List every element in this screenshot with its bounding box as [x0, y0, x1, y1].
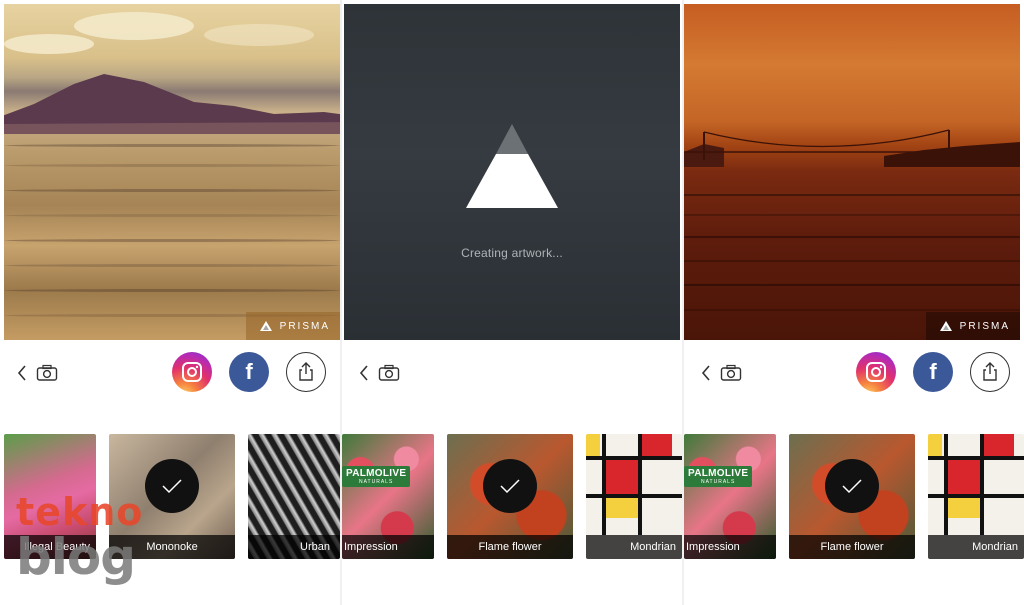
screenshot-collage: PRISMA f Illegal Beauty Mononoke Urban C… — [0, 0, 1024, 605]
prisma-screen-1: PRISMA f Illegal Beauty Mononoke Urban — [0, 0, 340, 605]
filter-thumb[interactable]: PALMOLIVE NATURALS Impression — [684, 434, 776, 559]
filter-label: Mondrian — [586, 535, 682, 559]
filter-thumb[interactable]: Urban — [248, 434, 340, 559]
action-toolbar: f — [684, 342, 1024, 404]
prisma-triangle-icon — [939, 321, 952, 331]
chevron-left-icon[interactable] — [700, 364, 712, 382]
filter-label: Impression — [342, 535, 434, 559]
filter-carousel: PALMOLIVE NATURALS Impression Flame flowe… — [684, 434, 1024, 559]
artwork-image: PRISMA — [684, 4, 1020, 340]
chevron-left-icon[interactable] — [16, 364, 28, 382]
filter-carousel: PALMOLIVE NATURALS Impression Flame flowe… — [342, 434, 682, 559]
filter-label: Impression — [684, 535, 776, 559]
prisma-badge-text: PRISMA — [959, 320, 1010, 332]
chevron-left-icon[interactable] — [358, 364, 370, 382]
facebook-icon: f — [929, 359, 937, 384]
filter-thumb[interactable]: Mondrian — [586, 434, 682, 559]
bridge-shape — [684, 129, 1020, 167]
prisma-triangle-icon — [259, 321, 272, 331]
camera-icon[interactable] — [378, 364, 400, 382]
action-toolbar — [342, 342, 682, 404]
instagram-share-button[interactable] — [856, 352, 896, 392]
filter-label: Urban — [248, 535, 340, 559]
instagram-icon — [866, 362, 886, 382]
action-toolbar: f — [0, 342, 340, 404]
filter-label: Illegal Beauty — [4, 535, 96, 559]
instagram-share-button[interactable] — [172, 352, 212, 392]
checkmark-icon — [145, 459, 199, 513]
facebook-share-button[interactable]: f — [229, 352, 269, 392]
filter-thumb-selected[interactable]: Flame flower — [789, 434, 915, 559]
palmolive-logo: PALMOLIVE NATURALS — [684, 466, 753, 487]
prisma-watermark-badge: PRISMA — [245, 312, 340, 340]
filter-label: Flame flower — [789, 535, 915, 559]
filter-thumb-selected[interactable]: Mononoke — [109, 434, 235, 559]
share-icon — [983, 362, 997, 381]
artwork-loading: Creating artwork... — [344, 4, 680, 340]
prisma-screen-3: PRISMA f PALMOLIVE NATURALS Impression F… — [684, 0, 1024, 605]
camera-icon[interactable] — [720, 364, 742, 382]
loading-status-text: Creating artwork... — [461, 246, 563, 260]
prisma-watermark-badge: PRISMA — [925, 312, 1020, 340]
prisma-badge-text: PRISMA — [279, 320, 330, 332]
artwork-image: PRISMA — [4, 4, 340, 340]
facebook-share-button[interactable]: f — [913, 352, 953, 392]
mountain-shape — [4, 74, 340, 134]
checkmark-icon — [483, 459, 537, 513]
filter-label: Flame flower — [447, 535, 573, 559]
filter-thumb[interactable]: Illegal Beauty — [4, 434, 96, 559]
filter-thumb-selected[interactable]: Flame flower — [447, 434, 573, 559]
filter-thumb[interactable]: PALMOLIVE NATURALS Impression — [342, 434, 434, 559]
instagram-icon — [182, 362, 202, 382]
checkmark-icon — [825, 459, 879, 513]
filter-thumb[interactable]: Mondrian — [928, 434, 1024, 559]
share-icon — [299, 362, 313, 381]
prisma-screen-2: Creating artwork... PALMOLIVE NATURALS Im… — [342, 0, 682, 605]
facebook-icon: f — [245, 359, 253, 384]
prisma-triangle-icon — [466, 124, 558, 208]
share-button[interactable] — [286, 352, 326, 392]
palmolive-logo: PALMOLIVE NATURALS — [342, 466, 411, 487]
share-button[interactable] — [970, 352, 1010, 392]
filter-carousel: Illegal Beauty Mononoke Urban — [0, 434, 340, 559]
filter-label: Mondrian — [928, 535, 1024, 559]
filter-label: Mononoke — [109, 535, 235, 559]
camera-icon[interactable] — [36, 364, 58, 382]
